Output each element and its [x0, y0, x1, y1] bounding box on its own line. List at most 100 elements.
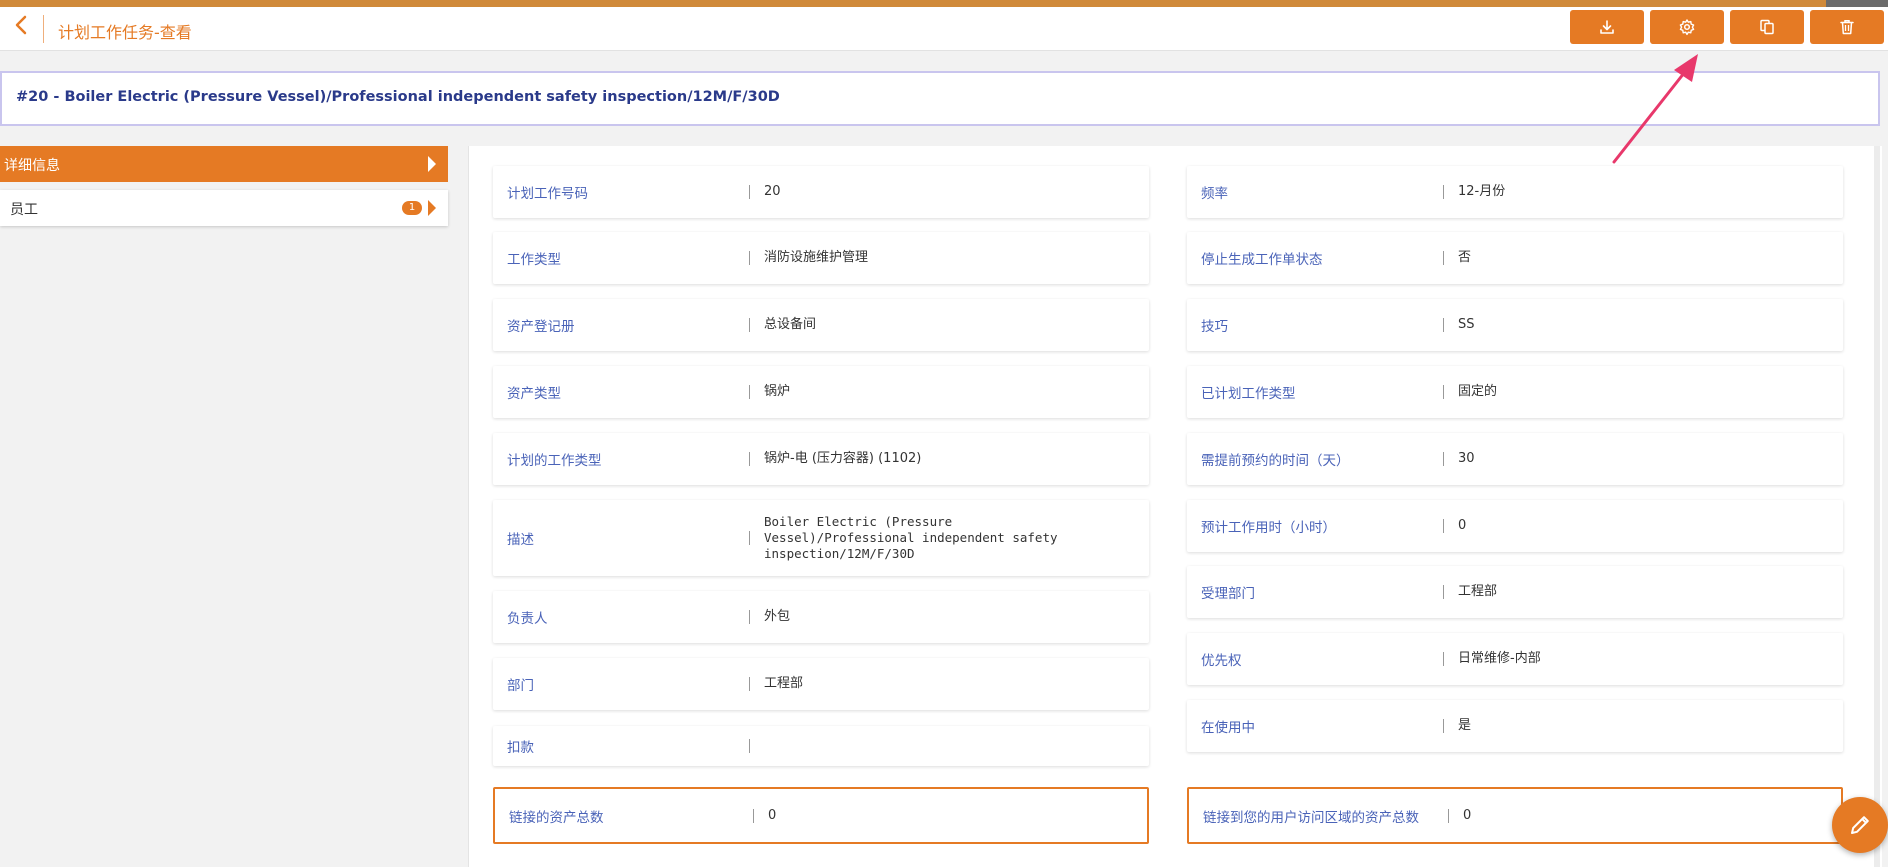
header-divider	[43, 15, 44, 43]
field-label: 计划的工作类型	[507, 453, 602, 469]
field-label: 资产登记册	[507, 319, 575, 335]
field-frequency: 频率 12-月份	[1187, 166, 1843, 218]
field-value: 0	[1463, 807, 1472, 823]
field-value: 固定的	[1458, 384, 1498, 399]
field-label: 负责人	[507, 611, 548, 627]
field-label: 频率	[1201, 186, 1228, 202]
field-value: 消防设施维护管理	[764, 250, 869, 265]
trash-icon	[1840, 20, 1854, 35]
caret-right-icon	[428, 200, 436, 216]
field-department: 部门 工程部	[493, 658, 1149, 710]
field-stop-generating-status: 停止生成工作单状态 否	[1187, 232, 1843, 284]
page-title: 计划工作任务-查看	[58, 23, 192, 42]
field-separator	[753, 808, 754, 823]
field-label: 部门	[507, 678, 534, 694]
field-value: 外包	[764, 609, 791, 624]
field-label: 描述	[507, 532, 534, 548]
field-separator	[1443, 652, 1444, 666]
delete-button[interactable]	[1810, 10, 1884, 44]
field-label: 资产类型	[507, 386, 561, 402]
field-linked-assets-in-access-area: 链接到您的用户访问区域的资产总数 0	[1187, 787, 1843, 844]
field-label: 计划工作号码	[507, 186, 588, 202]
record-title-bar: #20 - Boiler Electric (Pressure Vessel)/…	[0, 71, 1880, 126]
record-title: #20 - Boiler Electric (Pressure Vessel)/…	[16, 89, 780, 105]
field-value: Boiler Electric (Pressure Vessel)/Profes…	[764, 514, 1058, 561]
field-value: 总设备间	[764, 317, 817, 332]
field-value: SS	[1458, 317, 1475, 332]
field-label: 在使用中	[1201, 720, 1255, 736]
field-label: 需提前预约的时间（天）	[1201, 453, 1350, 469]
field-separator	[749, 677, 750, 691]
field-label: 已计划工作类型	[1201, 386, 1296, 402]
field-separator	[749, 318, 750, 332]
field-priority: 优先权 日常维修-内部	[1187, 633, 1843, 685]
sidebar-item-staff[interactable]: 员工 1	[0, 190, 448, 226]
sidebar-item-details[interactable]: 详细信息	[0, 146, 448, 182]
field-separator	[1443, 719, 1444, 733]
field-separator	[749, 452, 750, 466]
field-value: 否	[1458, 250, 1472, 265]
sidebar-item-label: 员工	[10, 202, 38, 218]
field-separator	[749, 385, 750, 399]
field-separator	[1443, 251, 1444, 265]
settings-button[interactable]	[1650, 10, 1724, 44]
field-label: 链接的资产总数	[509, 809, 604, 826]
field-separator	[749, 251, 750, 265]
field-label: 优先权	[1201, 653, 1242, 669]
field-value: 12-月份	[1458, 184, 1506, 199]
toolbar	[1570, 10, 1884, 44]
pencil-icon	[1851, 816, 1869, 834]
gear-icon	[1679, 19, 1695, 36]
page-header: 计划工作任务-查看	[0, 7, 1888, 51]
field-value: 20	[764, 184, 781, 199]
field-value: 是	[1458, 718, 1472, 733]
field-separator	[749, 739, 750, 753]
field-value: 30	[1458, 451, 1475, 466]
download-button[interactable]	[1570, 10, 1644, 44]
field-label: 受理部门	[1201, 586, 1255, 602]
field-separator	[1443, 519, 1444, 533]
field-label: 链接到您的用户访问区域的资产总数	[1203, 809, 1419, 826]
field-separator	[1443, 452, 1444, 466]
field-value: 日常维修-内部	[1458, 651, 1541, 666]
field-in-use: 在使用中 是	[1187, 700, 1843, 752]
field-description: 描述 Boiler Electric (Pressure Vessel)/Pro…	[493, 500, 1149, 576]
count-badge: 1	[402, 201, 422, 215]
copy-button[interactable]	[1730, 10, 1804, 44]
field-separator	[749, 185, 750, 199]
window-tab-edge	[1826, 0, 1888, 7]
field-linked-assets-total: 链接的资产总数 0	[493, 787, 1149, 844]
caret-right-icon	[428, 156, 436, 172]
field-label: 扣款	[507, 740, 534, 756]
field-owner: 负责人 外包	[493, 591, 1149, 643]
field-value: 工程部	[764, 676, 804, 691]
field-separator	[749, 531, 750, 545]
sidebar-item-label: 详细信息	[4, 158, 60, 174]
field-label: 技巧	[1201, 319, 1228, 335]
top-accent-strip	[0, 0, 1888, 7]
field-separator	[1443, 318, 1444, 332]
copy-icon	[1760, 19, 1774, 35]
field-skill: 技巧 SS	[1187, 299, 1843, 351]
field-value: 工程部	[1458, 584, 1498, 599]
field-value: 锅炉-电 (压力容器) (1102)	[764, 451, 922, 466]
field-separator	[1448, 808, 1449, 823]
back-button[interactable]	[4, 13, 38, 45]
field-value: 0	[768, 807, 777, 823]
field-scheduled-work-type: 已计划工作类型 固定的	[1187, 366, 1843, 418]
download-icon	[1600, 20, 1614, 34]
field-asset-type: 资产类型 锅炉	[493, 366, 1149, 418]
field-receiving-department: 受理部门 工程部	[1187, 566, 1843, 618]
field-separator	[749, 610, 750, 624]
edit-fab-button[interactable]	[1832, 797, 1888, 853]
field-separator	[1443, 585, 1444, 599]
field-value: 锅炉	[764, 384, 791, 399]
field-planned-work-number: 计划工作号码 20	[493, 166, 1149, 218]
field-separator	[1443, 185, 1444, 199]
field-estimated-hours: 预计工作用时（小时） 0	[1187, 500, 1843, 552]
scrollbar[interactable]	[1874, 146, 1880, 867]
field-deduction: 扣款	[493, 726, 1149, 766]
field-planned-work-type: 计划的工作类型 锅炉-电 (压力容器) (1102)	[493, 433, 1149, 485]
field-work-type: 工作类型 消防设施维护管理	[493, 232, 1149, 284]
field-label: 工作类型	[507, 252, 561, 268]
